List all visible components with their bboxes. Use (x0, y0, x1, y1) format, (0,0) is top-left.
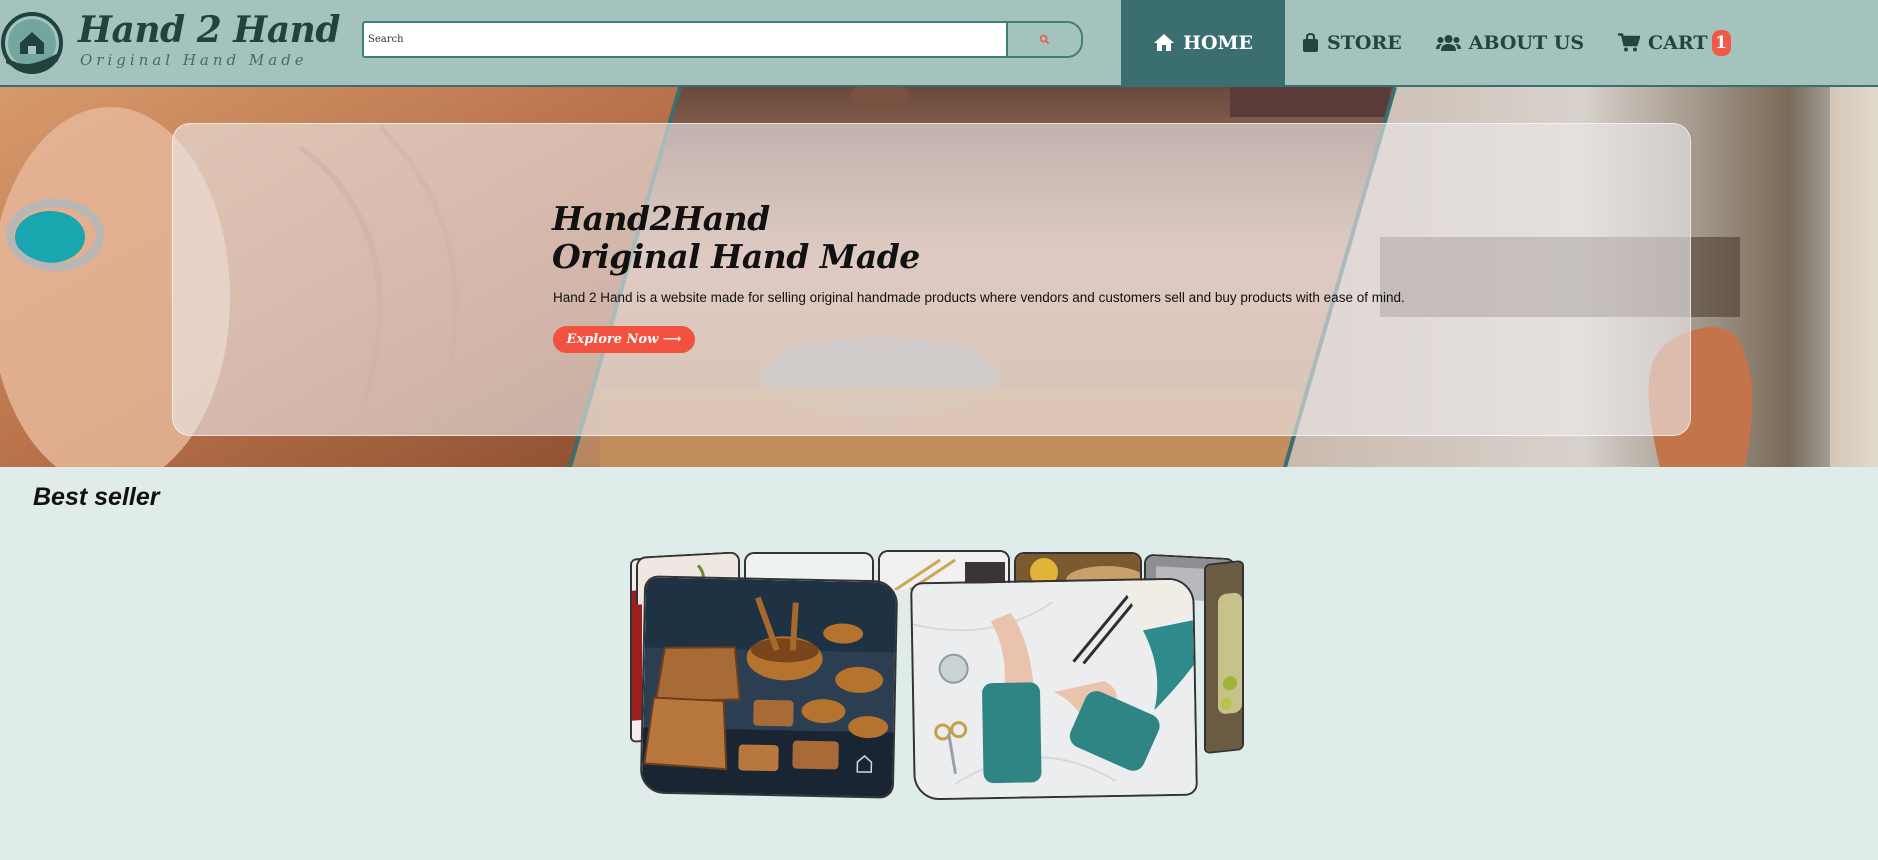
search-button[interactable] (1008, 23, 1081, 56)
search-icon (1039, 34, 1050, 45)
home-icon (1153, 33, 1175, 52)
knitted-gloves-image[interactable] (910, 577, 1198, 801)
best-seller-title: Best seller (33, 483, 160, 511)
wooden-bowls-image[interactable] (639, 575, 899, 799)
nav-cart[interactable]: CART 1 (1601, 0, 1747, 85)
hero-description: Hand 2 Hand is a website made for sellin… (553, 290, 1405, 305)
hero-title: Hand2Hand Original Hand Made (552, 200, 920, 276)
brand-title: Hand 2 Hand (78, 9, 341, 51)
shopping-bag-icon (1302, 32, 1319, 53)
hero-card (172, 123, 1691, 436)
cart-count-badge: 1 (1711, 29, 1731, 56)
logo-emblem-icon (1, 12, 63, 74)
hero-title-line2: Original Hand Made (552, 237, 920, 276)
nav-cart-label: CART (1648, 31, 1708, 54)
logo[interactable]: Hand 2 Hand Original Hand Made (0, 3, 341, 79)
nav-home[interactable]: HOME (1121, 0, 1286, 85)
users-icon (1435, 34, 1461, 52)
brand-tagline: Original Hand Made (80, 51, 308, 69)
nav-store[interactable]: STORE (1285, 0, 1419, 85)
hero-banner: Hand2Hand Original Hand Made Hand 2 Hand… (0, 87, 1878, 467)
site-header: Hand 2 Hand Original Hand Made HOME STOR… (0, 0, 1878, 87)
explore-now-button[interactable]: Explore Now ⟶ (553, 326, 695, 353)
search-form (362, 21, 1083, 58)
nav-store-label: STORE (1327, 31, 1402, 54)
main-nav: HOME STORE ABOUT US CART 1 (1121, 0, 1748, 85)
nav-home-label: HOME (1183, 31, 1254, 54)
olive-jar-image[interactable] (1204, 559, 1244, 755)
cart-icon (1618, 33, 1641, 52)
best-seller-carousel[interactable] (630, 550, 1244, 802)
nav-about-us[interactable]: ABOUT US (1419, 0, 1601, 85)
hero-title-line1: Hand2Hand (552, 199, 770, 238)
search-input[interactable] (364, 23, 1008, 56)
nav-about-us-label: ABOUT US (1468, 31, 1585, 54)
